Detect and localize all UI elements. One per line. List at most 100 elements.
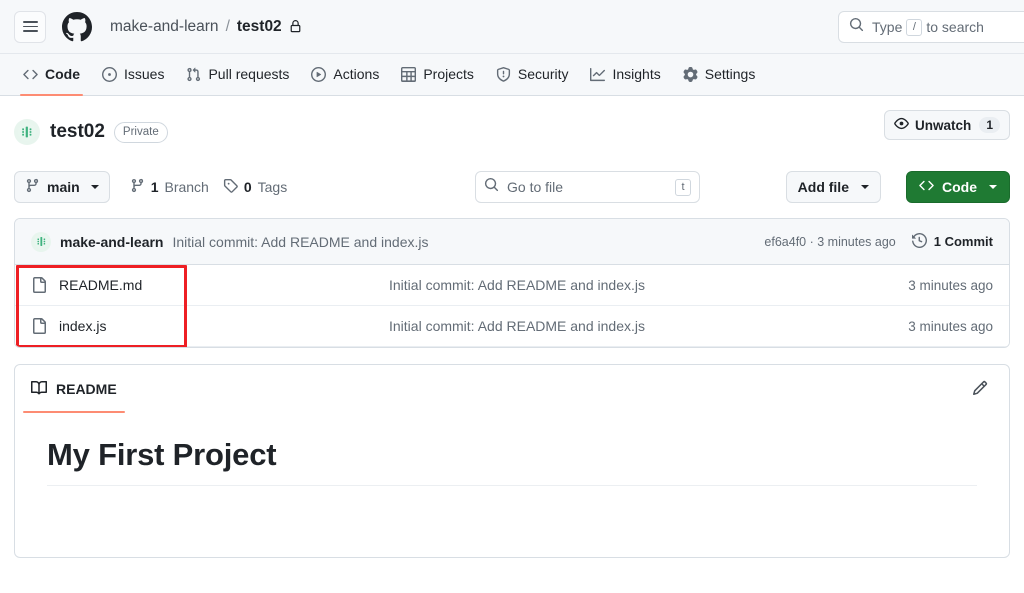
tab-insights[interactable]: Insights xyxy=(581,54,669,95)
branch-count-link[interactable]: 1 Branch xyxy=(130,178,209,196)
github-logo[interactable] xyxy=(62,11,92,42)
eye-icon xyxy=(894,116,909,134)
code-button-label: Code xyxy=(942,179,977,195)
tab-issues[interactable]: Issues xyxy=(93,54,173,95)
tag-icon xyxy=(223,178,238,196)
page-title[interactable]: test02 xyxy=(50,121,105,143)
go-to-file-key-badge: t xyxy=(675,178,691,196)
table-icon xyxy=(401,66,417,82)
commit-count-label: 1 Commit xyxy=(933,234,993,249)
search-key-badge: / xyxy=(906,18,923,36)
chevron-down-icon xyxy=(861,185,869,189)
tab-pull-requests[interactable]: Pull requests xyxy=(177,54,298,95)
unwatch-button[interactable]: Unwatch 1 xyxy=(884,110,1010,140)
readme-panel: README My First Project xyxy=(14,364,1010,558)
search-placeholder: Type / to search xyxy=(872,18,984,36)
tag-count-label: Tags xyxy=(257,179,288,195)
file-table: make-and-learn Initial commit: Add READM… xyxy=(14,218,1010,348)
search-icon xyxy=(849,17,864,37)
commit-message[interactable]: Initial commit: Add README and index.js xyxy=(172,234,428,250)
file-commit-message[interactable]: Initial commit: Add README and index.js xyxy=(389,277,908,293)
tag-count-link[interactable]: 0 Tags xyxy=(223,178,287,196)
gear-icon xyxy=(683,66,698,82)
repository-nav: Code Issues Pull requests Actions Projec… xyxy=(0,54,1024,96)
watch-count: 1 xyxy=(979,117,1000,133)
file-commit-time: 3 minutes ago xyxy=(908,318,993,334)
branch-count-label: Branch xyxy=(164,179,209,195)
readme-heading: My First Project xyxy=(47,437,977,486)
tab-settings[interactable]: Settings xyxy=(674,54,765,95)
file-toolbar: main 1 Branch 0 Tags Go to file t Add fi… xyxy=(14,170,1010,204)
file-commit-message[interactable]: Initial commit: Add README and index.js xyxy=(389,318,908,334)
chevron-down-icon xyxy=(90,185,99,189)
file-commit-time: 3 minutes ago xyxy=(908,277,993,293)
branch-selector-button[interactable]: main xyxy=(14,171,110,203)
breadcrumb-separator: / xyxy=(225,17,230,35)
search-icon xyxy=(484,177,499,197)
tab-readme[interactable]: README xyxy=(23,365,125,413)
book-icon xyxy=(31,380,48,399)
readme-tab-label: README xyxy=(56,381,117,397)
tab-security[interactable]: Security xyxy=(487,54,578,95)
commit-sha-and-time[interactable]: ef6a4f0 · 3 minutes ago xyxy=(764,235,895,249)
shield-icon xyxy=(496,66,511,82)
tab-label: Settings xyxy=(704,66,756,82)
tab-label: Pull requests xyxy=(208,66,290,82)
table-row[interactable]: README.md Initial commit: Add README and… xyxy=(15,265,1009,306)
git-branch-icon xyxy=(25,178,40,196)
commit-count-link[interactable]: 1 Commit xyxy=(911,232,993,251)
tag-count-value: 0 xyxy=(243,179,252,195)
tab-actions[interactable]: Actions xyxy=(302,54,388,95)
pencil-icon xyxy=(972,380,988,401)
git-pull-request-icon xyxy=(186,67,201,82)
visibility-badge: Private xyxy=(113,121,168,143)
breadcrumb-owner[interactable]: make-and-learn xyxy=(110,18,219,36)
global-search-input[interactable]: Type / to search xyxy=(838,11,1024,43)
readme-header: README xyxy=(15,365,1009,413)
tab-label: Insights xyxy=(612,66,661,82)
chevron-down-icon xyxy=(989,185,997,189)
git-branch-icon xyxy=(130,178,145,196)
tab-label: Code xyxy=(45,66,80,82)
tab-projects[interactable]: Projects xyxy=(392,54,483,95)
hamburger-line xyxy=(22,30,38,33)
tab-label: Actions xyxy=(333,66,380,82)
global-nav-menu-button[interactable] xyxy=(14,10,46,43)
hamburger-line xyxy=(22,25,38,28)
branch-count-value: 1 xyxy=(150,179,159,195)
commit-author-name[interactable]: make-and-learn xyxy=(60,234,163,250)
go-to-file-input[interactable]: Go to file t xyxy=(475,171,700,203)
branch-name: main xyxy=(47,179,80,195)
hamburger-line xyxy=(22,20,38,23)
latest-commit-bar: make-and-learn Initial commit: Add READM… xyxy=(15,219,1009,265)
unwatch-label: Unwatch xyxy=(915,117,972,133)
commit-author-avatar xyxy=(31,231,51,252)
add-file-label: Add file xyxy=(797,179,849,195)
history-icon xyxy=(911,232,927,251)
repo-owner-avatar xyxy=(14,119,40,145)
table-row[interactable]: index.js Initial commit: Add README and … xyxy=(15,306,1009,347)
file-name-link[interactable]: README.md xyxy=(59,277,389,293)
readme-content: My First Project xyxy=(15,413,1009,486)
issue-opened-icon xyxy=(102,66,117,82)
breadcrumb: make-and-learn / test02 xyxy=(110,18,302,36)
lock-icon xyxy=(289,20,302,33)
add-file-button[interactable]: Add file xyxy=(785,171,881,203)
tab-label: Security xyxy=(517,66,569,82)
breadcrumb-repo[interactable]: test02 xyxy=(237,18,282,36)
commit-meta: ef6a4f0 · 3 minutes ago 1 Commit xyxy=(764,232,993,251)
tab-label: Projects xyxy=(423,66,474,82)
code-button[interactable]: Code xyxy=(906,171,1010,203)
repository-header: test02 Private Unwatch 1 xyxy=(14,96,1010,152)
code-icon xyxy=(23,67,38,82)
file-icon xyxy=(31,318,51,334)
play-icon xyxy=(311,66,327,82)
file-icon xyxy=(31,277,51,293)
file-name-link[interactable]: index.js xyxy=(59,318,389,334)
search-placeholder-prefix: Type xyxy=(872,19,903,35)
tab-code[interactable]: Code xyxy=(14,54,89,96)
search-placeholder-suffix: to search xyxy=(926,19,984,35)
edit-readme-button[interactable] xyxy=(965,377,995,403)
tab-label: Issues xyxy=(124,66,165,82)
code-icon xyxy=(919,178,934,196)
